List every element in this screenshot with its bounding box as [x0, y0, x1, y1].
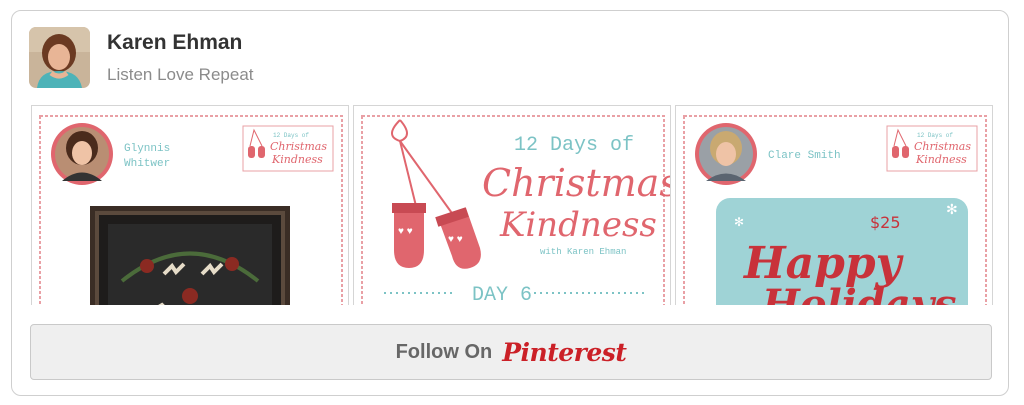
mittens-icon: ♥ ♥ ♥ ♥ — [391, 119, 481, 269]
avatar[interactable] — [29, 27, 90, 88]
pin-author: Clare Smith — [768, 150, 841, 162]
badge-title: Christmas — [914, 140, 971, 153]
follow-on-pinterest-button[interactable]: Follow On Pinterest — [30, 324, 992, 380]
pin-card[interactable]: ♥ ♥ ♥ ♥ 12 Days of Christmas Kindness wi… — [353, 105, 671, 305]
pin-byline: with Karen Ehman — [540, 247, 626, 257]
pin-title: Christmas — [482, 161, 671, 205]
pin-author-first: Glynnis — [124, 143, 170, 155]
pinterest-profile-widget: Karen Ehman Listen Love Repeat Glynnis W… — [11, 10, 1009, 396]
badge-title-2: Kindness — [915, 153, 967, 166]
profile-name[interactable]: Karen Ehman — [107, 31, 242, 55]
svg-text:♥ ♥: ♥ ♥ — [398, 226, 413, 237]
gift-card: $25 Happy Holidays ✻ ✻ — [716, 198, 968, 305]
board-name[interactable]: Listen Love Repeat — [107, 65, 254, 85]
svg-text:✻: ✻ — [946, 201, 958, 217]
pin-day: DAY 6 — [472, 284, 532, 305]
badge-pre-title: 12 Days of — [917, 132, 953, 139]
gift-amount: $25 — [870, 213, 901, 232]
badge-title-2: Kindness — [271, 153, 323, 166]
pin-card[interactable]: Glynnis Whitwer 12 Days of Christmas Kin… — [31, 105, 349, 305]
svg-text:✻: ✻ — [734, 215, 744, 229]
pin-grid: Glynnis Whitwer 12 Days of Christmas Kin… — [31, 105, 993, 305]
gift-text-2: Holidays — [761, 281, 957, 305]
pin-pre-title: 12 Days of — [514, 134, 634, 157]
pin-author-last: Whitwer — [124, 158, 170, 170]
svg-text:♥ ♥: ♥ ♥ — [448, 234, 463, 245]
pin-title-2: Kindness — [499, 205, 657, 245]
badge-title: Christmas — [270, 140, 327, 153]
follow-label: Follow On — [395, 340, 493, 363]
pinterest-logo: Pinterest — [502, 337, 627, 367]
pin-card[interactable]: Clare Smith 12 Days of Christmas Kindnes… — [675, 105, 993, 305]
badge-pre-title: 12 Days of — [273, 132, 309, 139]
